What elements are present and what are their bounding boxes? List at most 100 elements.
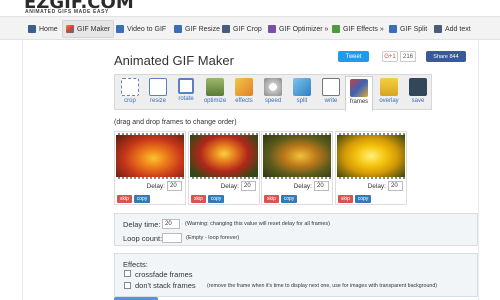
frame-delay-input[interactable]: 20 <box>388 181 403 191</box>
frame-card[interactable]: Delay: 20 skip copy <box>188 131 260 205</box>
tool-overlay[interactable]: overlay <box>375 76 403 109</box>
frame-border-top <box>116 133 184 135</box>
copy-button[interactable]: copy <box>281 195 297 203</box>
tool-optimize[interactable]: optimize <box>201 76 229 109</box>
nav-gif-resize[interactable]: GIF Resize <box>174 20 220 38</box>
nav-video-to-gif[interactable]: Video to GIF <box>116 20 166 38</box>
tool-label: rotate <box>178 96 194 102</box>
dont-stack-label: don't stack frames <box>135 281 196 290</box>
nav-label: GIF Optimizer » <box>279 25 329 33</box>
tool-label: effects <box>235 98 253 104</box>
tool-label: overlay <box>379 98 399 104</box>
frame-border-bottom <box>337 177 405 179</box>
tool-label: write <box>324 98 338 104</box>
tool-split[interactable]: split <box>288 76 316 109</box>
right-page-border <box>478 40 479 300</box>
frame-border-bottom <box>116 177 184 179</box>
tool-rotate[interactable]: rotate <box>172 76 200 109</box>
tool-label: frames <box>349 99 369 105</box>
frame-thumbnail[interactable] <box>263 133 331 179</box>
effects-title: Effects: <box>123 260 148 269</box>
home-icon <box>28 25 36 33</box>
tool-label: resize <box>149 98 166 104</box>
loop-count-input[interactable] <box>162 233 182 243</box>
copy-button[interactable]: copy <box>355 195 371 203</box>
nav-gif-split[interactable]: GIF Split <box>389 20 427 38</box>
tweet-button[interactable]: Tweet <box>338 51 369 62</box>
frame-delay-input[interactable]: 20 <box>241 181 256 191</box>
skip-button[interactable]: skip <box>264 195 279 203</box>
copy-button[interactable]: copy <box>134 195 150 203</box>
tool-label: crop <box>124 98 136 104</box>
nav-label: GIF Crop <box>233 25 262 33</box>
overlay-icon <box>380 78 398 96</box>
nav-gif-crop[interactable]: GIF Crop <box>222 20 262 38</box>
delay-label: Delay: <box>220 183 239 190</box>
frame-thumbnail[interactable] <box>116 133 184 179</box>
tool-speed[interactable]: speed <box>259 76 287 109</box>
nav-home[interactable]: Home <box>28 20 58 38</box>
crossfade-label: crossfade frames <box>135 270 193 279</box>
tool-crop[interactable]: crop <box>116 76 144 109</box>
tool-write[interactable]: write <box>317 76 345 109</box>
gif-maker-icon <box>66 25 74 33</box>
frame-card[interactable]: Delay: 20 skip copy <box>261 131 333 205</box>
nav-gif-optimizer[interactable]: GIF Optimizer » <box>268 20 328 38</box>
frame-delay-input[interactable]: 20 <box>314 181 329 191</box>
frame-card[interactable]: Delay: 20 skip copy <box>335 131 407 205</box>
skip-button[interactable]: skip <box>117 195 132 203</box>
crossfade-checkbox[interactable] <box>124 270 131 277</box>
copy-button[interactable]: copy <box>208 195 224 203</box>
dont-stack-note: (remove the frame when it's time to disp… <box>207 283 438 289</box>
tool-effects[interactable]: effects <box>230 76 258 109</box>
delay-label: Delay: <box>367 183 386 190</box>
nav-label: Add text <box>445 25 471 33</box>
site-header: EZGIF.COM ANIMATED GIFS MADE EASY <box>0 0 500 16</box>
site-tagline: ANIMATED GIFS MADE EASY <box>25 9 109 15</box>
loop-count-note: (Empty - loop forever) <box>186 235 240 241</box>
nav-label: GIF Maker <box>77 25 111 33</box>
skip-button[interactable]: skip <box>191 195 206 203</box>
delay-label: Delay: <box>293 183 312 190</box>
text-icon <box>434 25 442 33</box>
tool-label: optimize <box>203 98 227 104</box>
frame-border-top <box>190 133 258 135</box>
frames-icon <box>350 79 368 97</box>
save-icon <box>409 78 427 96</box>
nav-add-text[interactable]: Add text <box>434 20 471 38</box>
tool-toolbar: crop resize rotate optimize effects spee… <box>114 74 432 111</box>
frame-card[interactable]: Delay: 20 skip copy <box>114 131 186 205</box>
split-icon <box>293 78 311 96</box>
resize-icon <box>149 78 167 96</box>
crop-icon <box>121 78 139 96</box>
effects-icon <box>332 25 340 33</box>
frame-thumbnail[interactable] <box>190 133 258 179</box>
speedometer-icon <box>264 78 282 96</box>
effects-panel: Effects: crossfade frames don't stack fr… <box>114 253 478 297</box>
facebook-share-button[interactable]: Share 844 <box>426 51 466 62</box>
main-nav: Home GIF Maker Video to GIF GIF Resize G… <box>0 16 500 40</box>
tool-frames[interactable]: frames <box>345 76 373 111</box>
tool-label: save <box>411 98 425 104</box>
loop-count-label: Loop count: <box>123 234 163 243</box>
dont-stack-checkbox[interactable] <box>124 282 131 289</box>
nav-gif-maker[interactable]: GIF Maker <box>62 20 115 38</box>
skip-button[interactable]: skip <box>338 195 353 203</box>
nav-label: GIF Resize <box>185 25 221 33</box>
nav-label: Video to GIF <box>127 25 167 33</box>
left-page-border <box>22 40 23 300</box>
frame-delay-input[interactable]: 20 <box>167 181 182 191</box>
delay-time-input[interactable]: 20 <box>162 219 180 229</box>
frames-instruction: (drag and drop frames to change order) <box>114 119 237 126</box>
frame-border-bottom <box>190 177 258 179</box>
tool-save[interactable]: save <box>404 76 432 109</box>
tool-label: split <box>296 98 308 104</box>
frame-thumbnail[interactable] <box>337 133 405 179</box>
gplus-button[interactable]: G+1 <box>382 51 398 62</box>
nav-label: Home <box>39 25 58 33</box>
tool-resize[interactable]: resize <box>144 76 172 109</box>
nav-gif-effects[interactable]: GIF Effects » <box>332 20 384 38</box>
delay-warning-note: (Warning: changing this value will reset… <box>185 221 330 227</box>
nav-label: GIF Effects » <box>343 25 384 33</box>
tool-label: speed <box>264 98 282 104</box>
